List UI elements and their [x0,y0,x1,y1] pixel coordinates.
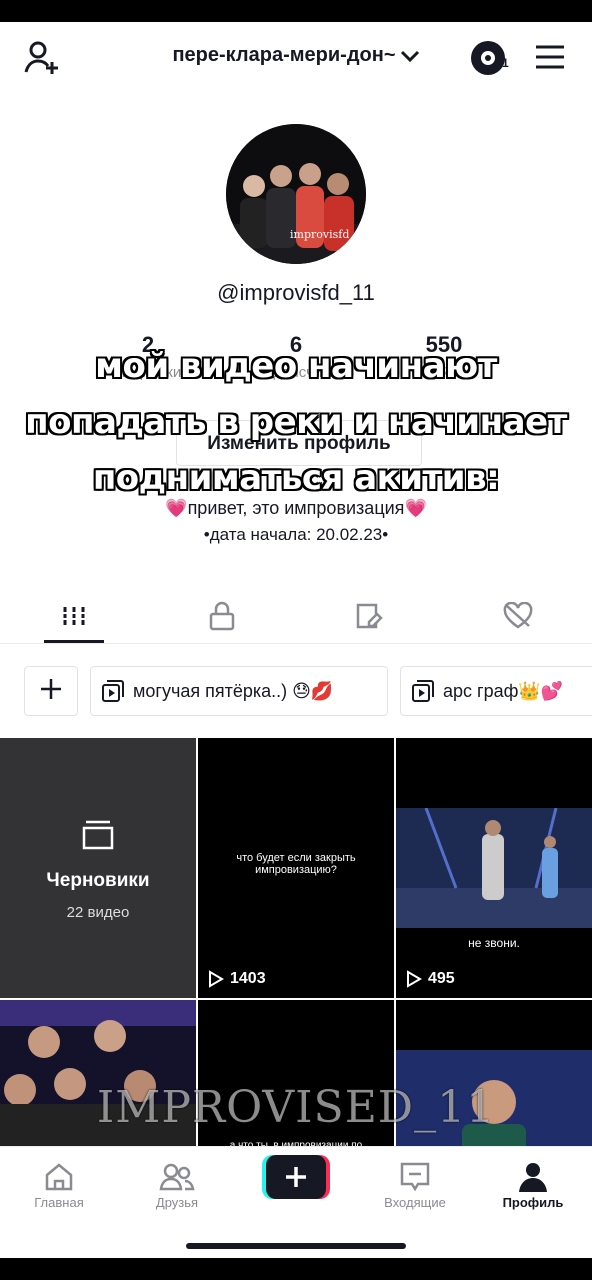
watermark: IMPROVISED_11 [96,1082,496,1133]
video-thumbnail [0,1000,196,1160]
tagged-icon [355,602,385,635]
tab-videos[interactable] [0,592,148,644]
lock-icon [209,601,235,636]
account-name: пере-клара-мери-дон~ [172,44,396,66]
playlist-chip[interactable]: арс граф👑💕 [400,666,592,716]
video-tile[interactable]: а что ты, в импровизации по характеру? [198,1000,394,1160]
video-caption: что будет если закрыть импровизацию? [236,852,356,876]
top-bar: пере-клара-мери-дон~ 1 [0,22,592,92]
video-tile[interactable] [0,1000,196,1160]
video-thumbnail [396,808,592,928]
view-count: 495 [406,970,455,988]
playlist-label: могучая пятёрка..) 😓💋 [133,680,334,701]
coin-count: 1 [502,56,509,70]
active-tab-indicator [44,640,104,643]
add-playlist-button[interactable] [24,666,78,716]
video-caption-overlay: мой видео начинают попадать в реки и нач… [0,338,592,506]
profile-tabs [0,592,592,644]
view-count-value: 1403 [230,970,266,987]
playlist-icon [101,679,125,703]
caption-line-3: подниматься акитив: [92,458,500,498]
nav-friends[interactable]: Друзья [118,1159,236,1210]
playlist-label: арс граф👑💕 [443,680,564,701]
nav-inbox[interactable]: Входящие [356,1159,474,1210]
caption-line-2: попадать в реки и начинает [25,402,567,442]
bottom-nav: Главная Друзья Входящие Профиль [0,1146,592,1258]
tab-liked[interactable] [444,592,592,644]
nav-home-label: Главная [34,1195,84,1210]
avatar[interactable]: improvisfd_11 [226,124,366,264]
plus-icon [39,677,63,706]
drafts-tile[interactable]: Черновики 22 видео [0,738,196,998]
friends-icon [118,1159,236,1195]
playlist-icon [411,679,435,703]
videos-grid-icon [62,605,86,632]
video-tile[interactable] [396,1000,592,1160]
view-count-value: 495 [428,970,455,987]
tab-private[interactable] [148,592,296,644]
video-caption: не звони. [468,936,520,950]
inbox-icon [356,1159,474,1195]
nav-inbox-label: Входящие [384,1195,446,1210]
liked-icon [503,601,533,635]
nav-home[interactable]: Главная [0,1159,118,1210]
tab-tagged[interactable] [296,592,444,644]
nav-profile[interactable]: Профиль [474,1159,592,1210]
profile-screen: пере-клара-мери-дон~ 1 improvisfd_11 @im… [0,22,592,1258]
drafts-title: Черновики [46,870,150,891]
video-tile[interactable]: что будет если закрыть импровизацию? 140… [198,738,394,998]
profile-icon [474,1159,592,1195]
caption-line-1: мой видео начинают [95,346,497,386]
video-tile[interactable]: не звони. 495 [396,738,592,998]
menu-icon[interactable] [534,44,566,70]
playlist-chip[interactable]: могучая пятёрка..) 😓💋 [90,666,388,716]
view-count: 1403 [208,970,266,988]
drafts-icon [82,820,114,855]
nav-friends-label: Друзья [155,1195,199,1210]
home-icon [0,1159,118,1195]
svg-text:improvisfd_11: improvisfd_11 [290,228,366,241]
drafts-count: 22 видео [66,904,130,921]
home-indicator [186,1243,406,1249]
bio-line-2: •дата начала: 20.02.23• [203,525,389,544]
playlists-row: могучая пятёрка..) 😓💋 арс граф👑💕 [0,664,592,718]
nav-profile-label: Профиль [502,1195,564,1210]
chevron-down-icon [400,46,420,69]
create-button[interactable] [262,1155,330,1199]
username: @improvisfd_11 [217,280,375,305]
